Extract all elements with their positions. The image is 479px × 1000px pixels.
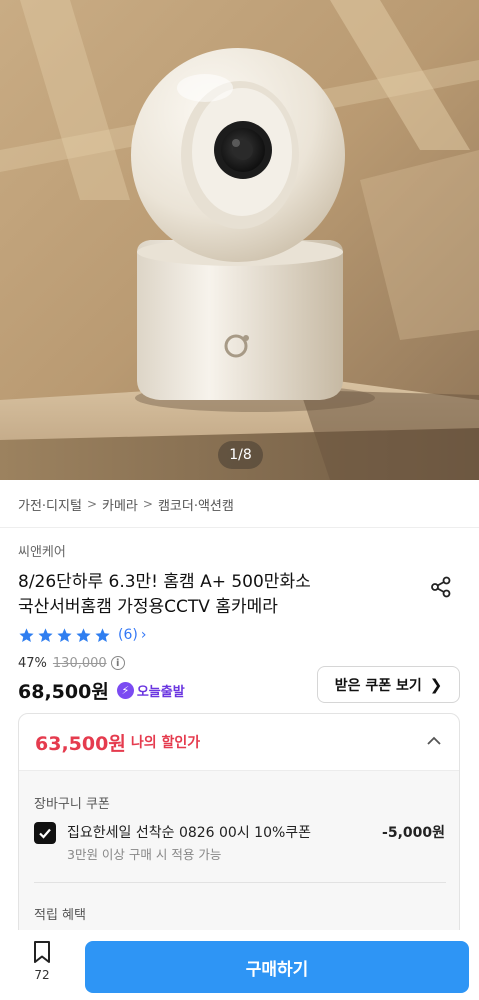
chevron-right-icon: > bbox=[86, 497, 97, 511]
bookmark-count: 72 bbox=[34, 968, 50, 982]
star-icon bbox=[95, 627, 110, 642]
chevron-right-icon: › bbox=[140, 627, 147, 643]
share-button[interactable] bbox=[430, 576, 452, 598]
breadcrumb: 가전·디지털 > 카메라 > 캠코더·액션캠 bbox=[18, 494, 234, 514]
camera-photo bbox=[0, 0, 479, 480]
divider bbox=[0, 527, 479, 528]
bookmark-button[interactable]: 72 bbox=[22, 940, 62, 996]
rating-link[interactable]: (6) › bbox=[18, 625, 146, 645]
today-delivery-label: 오늘출발 bbox=[136, 684, 185, 700]
discount-panel: 63,500원 나의 할인가 장바구니 쿠폰 집요한세일 선착순 0826 00… bbox=[18, 713, 460, 953]
star-icon bbox=[38, 627, 53, 642]
discount-line: 47% 130,000 i bbox=[18, 654, 125, 672]
star-icon bbox=[76, 627, 91, 642]
discount-rate: 47% bbox=[18, 655, 47, 671]
star-icon bbox=[19, 627, 34, 642]
discount-panel-body: 장바구니 쿠폰 집요한세일 선착순 0826 00시 10%쿠폰 -5,000원… bbox=[19, 770, 459, 952]
reward-title: 적립 혜택 bbox=[34, 908, 86, 923]
breadcrumb-item-category[interactable]: 가전·디지털 bbox=[18, 495, 82, 514]
review-count: (6) bbox=[118, 627, 138, 643]
share-icon bbox=[431, 576, 451, 598]
coupon-amount: -5,000원 bbox=[382, 825, 445, 841]
coupon-condition: 3만원 이상 구매 시 적용 가능 bbox=[67, 847, 222, 862]
info-icon[interactable]: i bbox=[110, 656, 125, 670]
product-title-line: 8/26단하루 6.3만! 홈캠 A+ 500만화소 bbox=[18, 572, 311, 592]
bottom-action-bar: 72 구매하기 bbox=[0, 930, 479, 1000]
view-coupons-label: 받은 쿠폰 보기 bbox=[334, 677, 422, 694]
chevron-up-icon[interactable] bbox=[425, 732, 443, 750]
my-discount-price: 63,500원 bbox=[35, 732, 126, 755]
divider bbox=[34, 882, 446, 883]
breadcrumb-item-leaf[interactable]: 캠코더·액션캠 bbox=[158, 495, 234, 514]
checkmark-icon bbox=[39, 828, 51, 839]
image-counter: 1/8 bbox=[218, 441, 263, 469]
today-delivery-badge: ⚡︎ 오늘출발 bbox=[116, 681, 185, 700]
original-price: 130,000 bbox=[52, 655, 107, 671]
lightning-icon: ⚡︎ bbox=[116, 681, 134, 699]
product-image[interactable]: 1/8 bbox=[0, 0, 479, 480]
my-discount-label: 나의 할인가 bbox=[130, 735, 201, 751]
view-coupons-button[interactable]: 받은 쿠폰 보기 ❯ bbox=[317, 666, 460, 703]
breadcrumb-item-subcategory[interactable]: 카메라 bbox=[102, 495, 138, 514]
product-title: 8/26단하루 6.3만! 홈캠 A+ 500만화소 국산서버홈캠 가정용CCT… bbox=[18, 570, 408, 620]
chevron-right-icon: ❯ bbox=[429, 675, 443, 694]
discount-panel-header[interactable]: 63,500원 나의 할인가 bbox=[19, 714, 459, 770]
cart-coupon-title: 장바구니 쿠폰 bbox=[34, 797, 110, 812]
sale-price: 68,500원 bbox=[18, 680, 109, 703]
star-rating bbox=[18, 627, 111, 644]
star-icon bbox=[57, 627, 72, 642]
bookmark-icon bbox=[34, 941, 50, 963]
product-title-line: 국산서버홈캠 가정용CCTV 홈카메라 bbox=[18, 597, 278, 617]
price-line: 68,500원 ⚡︎ 오늘출발 bbox=[18, 676, 185, 704]
buy-button[interactable]: 구매하기 bbox=[85, 941, 469, 993]
coupon-name: 집요한세일 선착순 0826 00시 10%쿠폰 bbox=[67, 825, 312, 841]
chevron-right-icon: > bbox=[142, 497, 153, 511]
coupon-checkbox[interactable] bbox=[34, 822, 56, 844]
brand-name[interactable]: 씨앤케어 bbox=[18, 541, 66, 560]
